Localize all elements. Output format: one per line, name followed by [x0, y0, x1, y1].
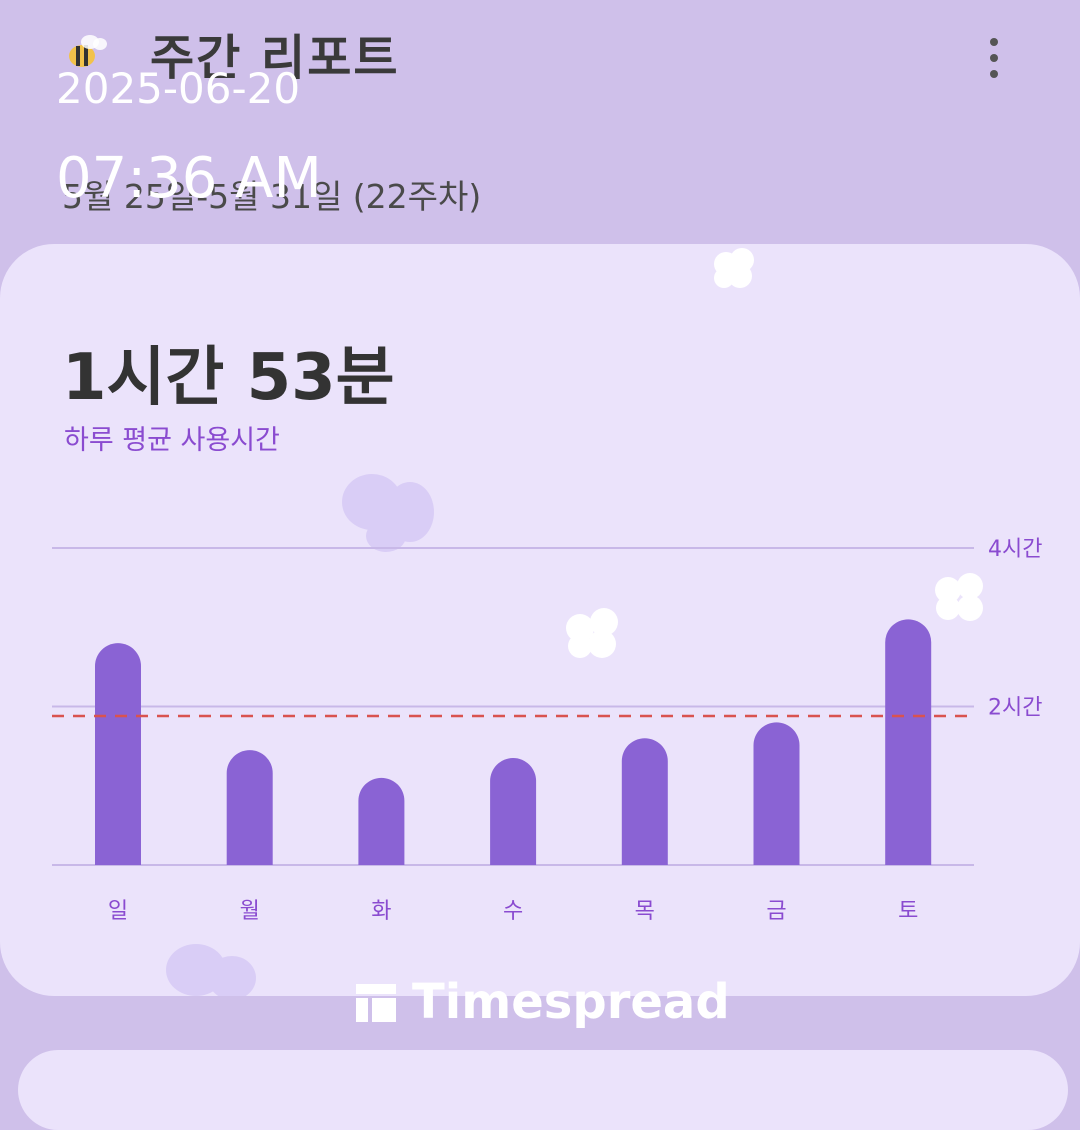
- x-tick-label: 목: [635, 899, 655, 924]
- x-tick-label: 금: [766, 899, 786, 924]
- x-tick-label: 수: [503, 899, 523, 924]
- weekly-usage-chart: 4시간 2시간일 월 화 수 목 금 토: [52, 537, 1042, 924]
- y-tick-label: 4시간: [988, 537, 1042, 562]
- more-menu-button[interactable]: [972, 28, 1016, 88]
- chart-bar: [885, 619, 932, 865]
- chart-bar: [95, 643, 141, 865]
- chart-bar: [490, 758, 537, 865]
- x-tick-label: 일: [108, 899, 128, 924]
- watermark: Timespread: [354, 972, 730, 1032]
- x-tick-label: 화: [371, 899, 391, 924]
- timespread-logo-icon: [356, 984, 396, 1022]
- y-tick-label: 2시간: [988, 696, 1042, 721]
- watermark-text: Timespread: [412, 974, 730, 1030]
- chart-bar: [753, 722, 800, 865]
- x-tick-label: 월: [240, 899, 260, 924]
- next-card: [18, 1050, 1068, 1130]
- chart-bar: [358, 777, 405, 865]
- overlay-time: 07:36 AM: [56, 146, 322, 211]
- more-vertical-icon: [990, 38, 998, 46]
- chart-bar: [621, 738, 668, 865]
- chart-bar: [226, 750, 273, 865]
- overlay-date: 2025-06-20: [56, 64, 301, 113]
- x-tick-label: 토: [898, 899, 918, 924]
- weekly-usage-card: 1시간 53분 하루 평균 사용시간 4시간 2시간 일 월 화 수 목 금 토: [0, 244, 1080, 996]
